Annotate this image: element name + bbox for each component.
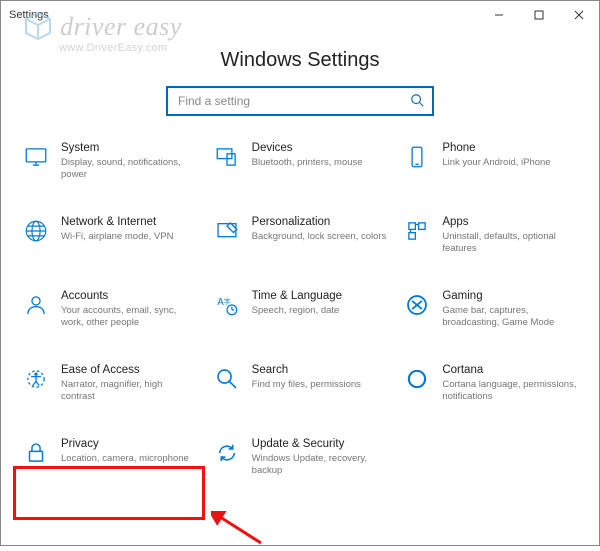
tile-desc: Your accounts, email, sync, work, other … bbox=[61, 305, 198, 329]
svg-text:字: 字 bbox=[223, 296, 230, 305]
tile-apps[interactable]: AppsUninstall, defaults, optional featur… bbox=[400, 212, 581, 264]
tile-desc: Narrator, magnifier, high contrast bbox=[61, 379, 198, 403]
tile-desc: Wi-Fi, airplane mode, VPN bbox=[61, 231, 198, 243]
tile-cortana[interactable]: CortanaCortana language, permissions, no… bbox=[400, 360, 581, 412]
search-box[interactable] bbox=[166, 86, 434, 116]
tile-devices[interactable]: DevicesBluetooth, printers, mouse bbox=[210, 138, 391, 190]
tile-network[interactable]: Network & InternetWi-Fi, airplane mode, … bbox=[19, 212, 200, 264]
tile-label: Ease of Access bbox=[61, 364, 198, 378]
tile-gaming[interactable]: GamingGame bar, captures, broadcasting, … bbox=[400, 286, 581, 338]
time-language-icon: A字 bbox=[212, 290, 242, 320]
tile-label: Update & Security bbox=[252, 438, 389, 452]
search-input[interactable] bbox=[176, 93, 410, 109]
cortana-icon bbox=[402, 364, 432, 394]
search-category-icon bbox=[212, 364, 242, 394]
page-title: Windows Settings bbox=[1, 49, 599, 72]
tile-label: Personalization bbox=[252, 216, 389, 230]
accounts-icon bbox=[21, 290, 51, 320]
minimize-button[interactable] bbox=[479, 1, 519, 29]
tile-update[interactable]: Update & SecurityWindows Update, recover… bbox=[210, 434, 391, 486]
tile-label: Search bbox=[252, 364, 389, 378]
tile-desc: Link your Android, iPhone bbox=[442, 157, 579, 169]
tile-label: Devices bbox=[252, 142, 389, 156]
tile-desc: Game bar, captures, broadcasting, Game M… bbox=[442, 305, 579, 329]
tile-desc: Background, lock screen, colors bbox=[252, 231, 389, 243]
window-title: Settings bbox=[9, 9, 49, 21]
tile-desc: Bluetooth, printers, mouse bbox=[252, 157, 389, 169]
phone-icon bbox=[402, 142, 432, 172]
search-container bbox=[1, 86, 599, 116]
maximize-icon bbox=[534, 10, 544, 20]
apps-icon bbox=[402, 216, 432, 246]
tile-desc: Location, camera, microphone bbox=[61, 453, 198, 465]
tile-label: Time & Language bbox=[252, 290, 389, 304]
tile-label: Network & Internet bbox=[61, 216, 198, 230]
tile-search[interactable]: SearchFind my files, permissions bbox=[210, 360, 391, 412]
annotation-arrow-icon bbox=[211, 511, 271, 551]
ease-of-access-icon bbox=[21, 364, 51, 394]
minimize-icon bbox=[494, 10, 504, 20]
tile-label: Accounts bbox=[61, 290, 198, 304]
tile-personalization[interactable]: PersonalizationBackground, lock screen, … bbox=[210, 212, 391, 264]
system-icon bbox=[21, 142, 51, 172]
tile-phone[interactable]: PhoneLink your Android, iPhone bbox=[400, 138, 581, 190]
devices-icon bbox=[212, 142, 242, 172]
settings-grid: SystemDisplay, sound, notifications, pow… bbox=[1, 138, 599, 496]
search-icon bbox=[410, 93, 424, 110]
tile-label: Apps bbox=[442, 216, 579, 230]
tile-desc: Windows Update, recovery, backup bbox=[252, 453, 389, 477]
tile-label: Gaming bbox=[442, 290, 579, 304]
network-icon bbox=[21, 216, 51, 246]
tile-privacy[interactable]: PrivacyLocation, camera, microphone bbox=[19, 434, 200, 486]
tile-ease[interactable]: Ease of AccessNarrator, magnifier, high … bbox=[19, 360, 200, 412]
tile-desc: Cortana language, permissions, notificat… bbox=[442, 379, 579, 403]
tile-desc: Speech, region, date bbox=[252, 305, 389, 317]
tile-system[interactable]: SystemDisplay, sound, notifications, pow… bbox=[19, 138, 200, 190]
close-icon bbox=[574, 10, 584, 20]
tile-label: Cortana bbox=[442, 364, 579, 378]
tile-desc: Find my files, permissions bbox=[252, 379, 389, 391]
maximize-button[interactable] bbox=[519, 1, 559, 29]
personalization-icon bbox=[212, 216, 242, 246]
close-button[interactable] bbox=[559, 1, 599, 29]
tile-accounts[interactable]: AccountsYour accounts, email, sync, work… bbox=[19, 286, 200, 338]
tile-desc: Uninstall, defaults, optional features bbox=[442, 231, 579, 255]
tile-label: Privacy bbox=[61, 438, 198, 452]
gaming-icon bbox=[402, 290, 432, 320]
tile-time[interactable]: A字 Time & LanguageSpeech, region, date bbox=[210, 286, 391, 338]
update-security-icon bbox=[212, 438, 242, 468]
tile-label: Phone bbox=[442, 142, 579, 156]
tile-desc: Display, sound, notifications, power bbox=[61, 157, 198, 181]
tile-label: System bbox=[61, 142, 198, 156]
window-titlebar: Settings bbox=[1, 1, 599, 29]
privacy-icon bbox=[21, 438, 51, 468]
